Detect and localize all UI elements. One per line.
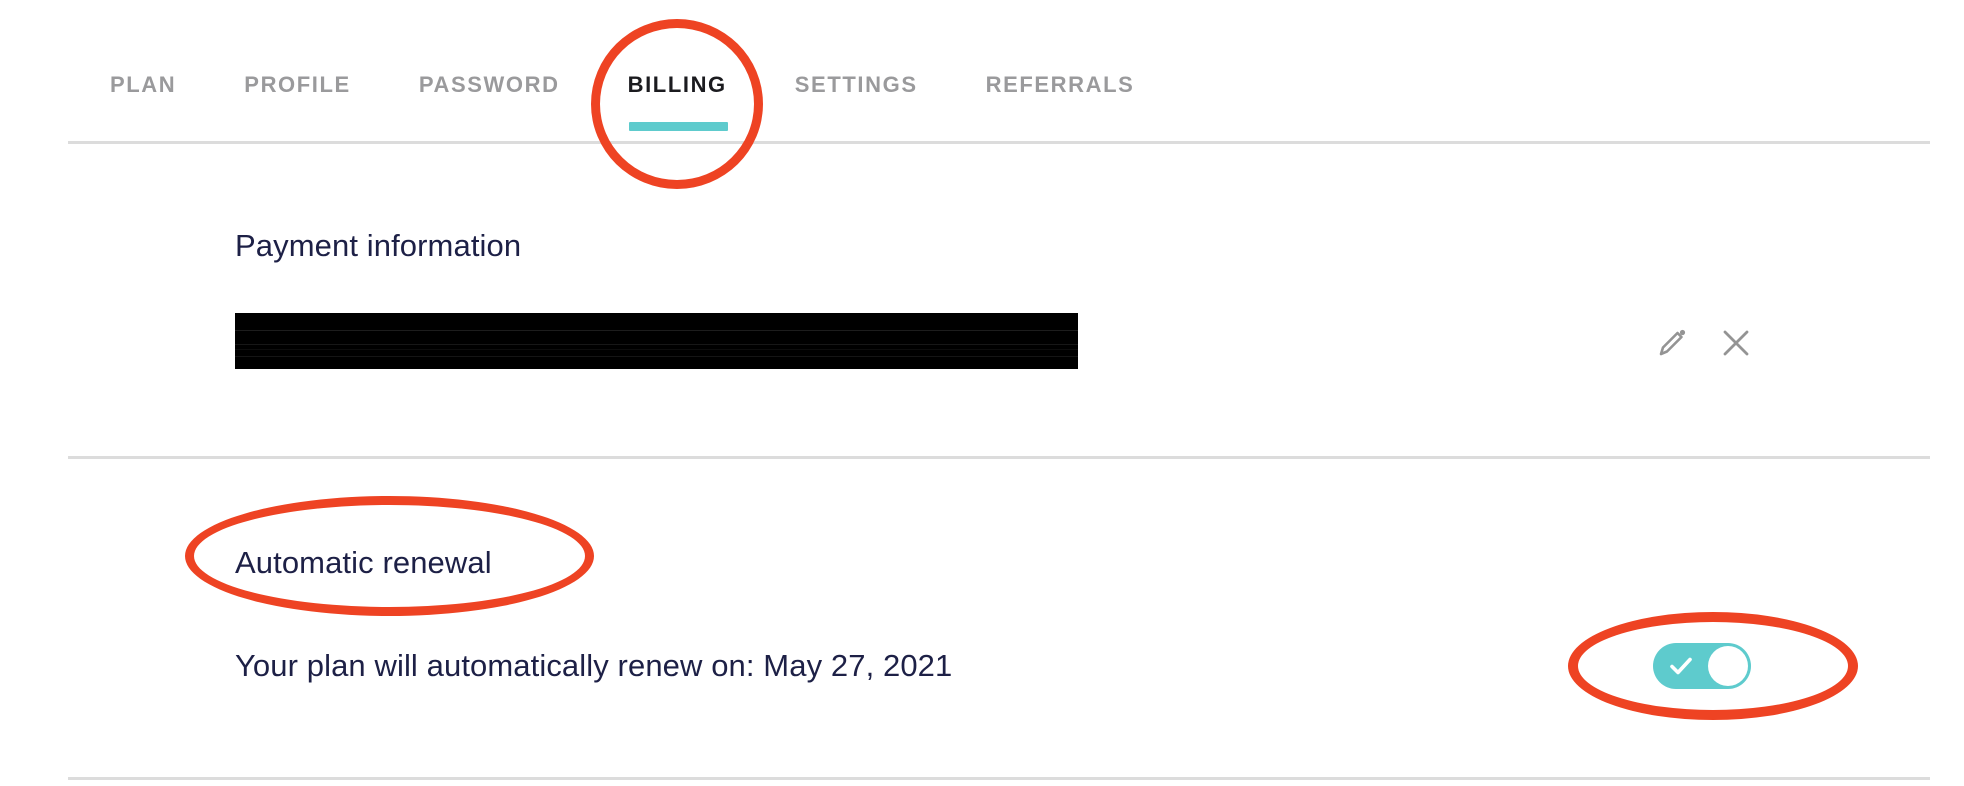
section-divider bbox=[68, 777, 1930, 780]
tabbar-divider bbox=[68, 141, 1930, 144]
tab-settings[interactable]: SETTINGS bbox=[795, 72, 918, 98]
tab-profile[interactable]: PROFILE bbox=[244, 72, 351, 98]
toggle-knob bbox=[1708, 646, 1748, 686]
redaction-streak bbox=[235, 344, 1078, 345]
payment-information-heading: Payment information bbox=[235, 228, 522, 263]
tab-billing[interactable]: BILLING bbox=[627, 72, 728, 131]
tab-password-label: PASSWORD bbox=[418, 72, 560, 97]
redaction-streak bbox=[235, 330, 1078, 331]
automatic-renewal-heading: Automatic renewal bbox=[235, 545, 492, 580]
section-divider bbox=[68, 456, 1930, 459]
automatic-renewal-toggle[interactable] bbox=[1653, 643, 1751, 689]
redacted-payment-details bbox=[235, 313, 1078, 369]
tab-plan[interactable]: PLAN bbox=[110, 72, 176, 98]
tab-billing-label: BILLING bbox=[627, 72, 727, 97]
check-icon bbox=[1670, 657, 1692, 675]
tab-referrals-label: REFERRALS bbox=[985, 72, 1135, 97]
account-tabbar: PLAN PROFILE PASSWORD BILLING SETTINGS R… bbox=[0, 0, 1964, 148]
tab-password[interactable]: PASSWORD bbox=[419, 72, 560, 98]
tab-referrals[interactable]: REFERRALS bbox=[986, 72, 1135, 98]
close-icon[interactable] bbox=[1719, 326, 1753, 360]
renewal-date-text: Your plan will automatically renew on: M… bbox=[235, 648, 953, 683]
tab-plan-label: PLAN bbox=[110, 72, 177, 97]
pencil-icon[interactable] bbox=[1655, 326, 1689, 360]
tab-profile-label: PROFILE bbox=[244, 72, 351, 97]
tab-list: PLAN PROFILE PASSWORD BILLING SETTINGS R… bbox=[110, 72, 1135, 131]
payment-row-actions bbox=[1655, 326, 1753, 360]
active-tab-underline bbox=[628, 122, 728, 131]
redaction-streak bbox=[235, 349, 1078, 350]
tab-settings-label: SETTINGS bbox=[794, 72, 918, 97]
redaction-streak bbox=[235, 356, 1078, 357]
